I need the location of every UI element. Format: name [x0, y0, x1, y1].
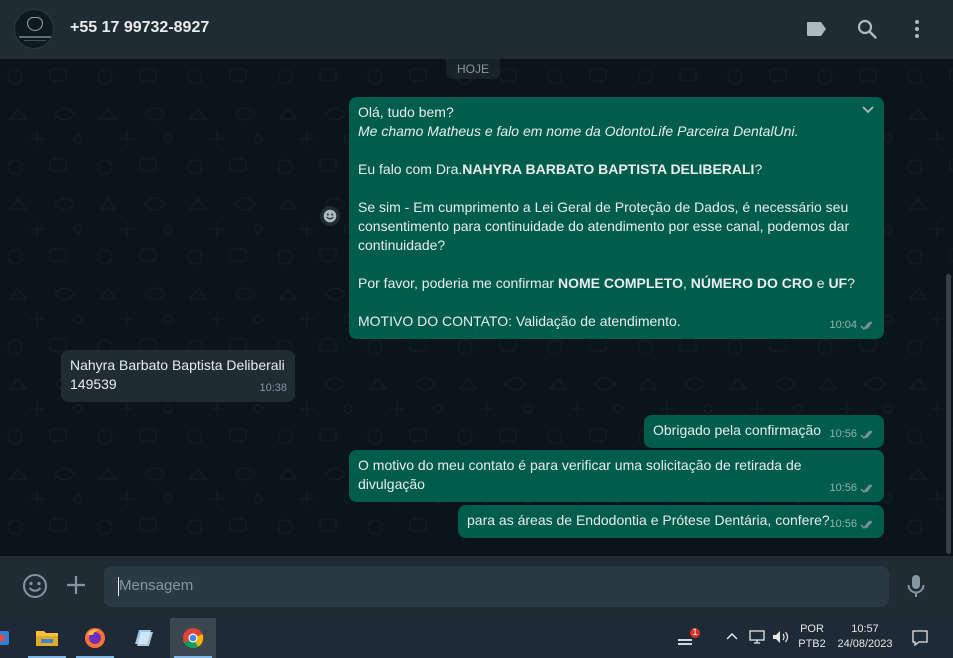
- message-line: Olá, tudo bem?: [358, 103, 875, 122]
- message-text: [358, 294, 362, 310]
- message-input-placeholder: Mensagem: [119, 577, 194, 594]
- message-line: MOTIVO DO CONTATO: Validação de atendime…: [358, 312, 875, 331]
- chrome-icon[interactable]: [170, 618, 216, 658]
- double-check-icon: [860, 484, 873, 494]
- message-text: UF: [828, 275, 848, 291]
- message-text: [358, 142, 362, 158]
- incoming-message[interactable]: Nahyra Barbato Baptista Deliberali 149539…: [61, 350, 295, 402]
- contact-avatar[interactable]: [14, 9, 54, 49]
- composer-bar: Mensagem: [0, 556, 953, 618]
- message-line: [358, 141, 875, 160]
- contact-name[interactable]: +55 17 99732-8927: [70, 19, 209, 37]
- message-text: [358, 256, 362, 272]
- message-line: [358, 255, 875, 274]
- message-meta: 10:56: [829, 425, 876, 444]
- message-time: 10:56: [829, 482, 857, 494]
- message-text: O motivo do meu contato é para verificar…: [358, 457, 802, 473]
- message-time: 10:56: [829, 518, 857, 530]
- message-meta: 10:38: [259, 379, 287, 398]
- notepad-icon[interactable]: [120, 618, 166, 658]
- message-text: Olá, tudo bem?: [358, 104, 454, 120]
- message-text: ,: [682, 275, 691, 291]
- message-text: 149539: [70, 376, 117, 392]
- tooth-logo-icon: [27, 17, 43, 31]
- network-icon[interactable]: [748, 630, 766, 649]
- clock[interactable]: 10:57 24/08/2023: [832, 622, 898, 652]
- message-line: consentimento para continuidade do atend…: [358, 217, 875, 236]
- message-line: Se sim - Em cumprimento a Lei Geral de P…: [358, 198, 875, 217]
- emoji-icon[interactable]: [22, 573, 48, 604]
- message-text: para as áreas de Endodontia e Prótese De…: [467, 512, 830, 528]
- language-indicator[interactable]: POR PTB2: [797, 622, 827, 652]
- message-text: Se sim - Em cumprimento a Lei Geral de P…: [358, 199, 849, 215]
- message-text: NÚMERO DO CRO: [690, 275, 813, 291]
- message-time: 10:04: [829, 319, 857, 331]
- notification-badge: 1: [692, 627, 698, 637]
- message-text: ?: [847, 275, 855, 291]
- plus-icon[interactable]: [64, 573, 88, 602]
- notification-tray-icon[interactable]: 1: [676, 627, 702, 653]
- label-icon[interactable]: [804, 16, 830, 42]
- message-meta: 10:56: [829, 515, 876, 534]
- message-line: continuidade?: [358, 236, 875, 255]
- message-text: consentimento para continuidade do atend…: [358, 218, 850, 234]
- message-line: divulgação: [358, 475, 875, 494]
- double-check-icon: [860, 321, 873, 331]
- outgoing-message[interactable]: Obrigado pela confirmação 10:56: [644, 415, 884, 448]
- message-text: Por favor, poderia me confirmar: [358, 275, 558, 291]
- double-check-icon: [860, 430, 873, 440]
- message-input[interactable]: Mensagem: [104, 566, 889, 607]
- file-explorer-icon[interactable]: [24, 618, 70, 658]
- message-text: continuidade?: [358, 237, 446, 253]
- message-text: e: [812, 275, 829, 291]
- message-meta: 10:04: [829, 316, 876, 335]
- message-line: O motivo do meu contato é para verificar…: [358, 456, 875, 475]
- app-icon[interactable]: [0, 618, 24, 658]
- outgoing-message[interactable]: O motivo do meu contato é para verificar…: [349, 450, 884, 502]
- message-line: Me chamo Matheus e falo em nome da Odont…: [358, 122, 875, 141]
- message-line: Por favor, poderia me confirmar NOME COM…: [358, 274, 875, 293]
- search-icon[interactable]: [854, 16, 880, 42]
- microphone-icon[interactable]: [906, 573, 926, 604]
- message-time: 10:56: [829, 428, 857, 440]
- double-check-icon: [860, 520, 873, 530]
- message-line: 149539: [70, 375, 286, 394]
- chevron-down-icon[interactable]: [861, 103, 875, 117]
- message-text: ?: [754, 161, 763, 177]
- message-line: [358, 293, 875, 312]
- chevron-up-icon[interactable]: [725, 629, 739, 648]
- message-text: Obrigado pela confirmação: [653, 422, 822, 438]
- emoji-reaction-icon[interactable]: [320, 206, 340, 226]
- action-center-icon[interactable]: [911, 629, 929, 652]
- volume-icon[interactable]: [772, 630, 790, 649]
- outgoing-message[interactable]: para as áreas de Endodontia e Prótese De…: [458, 505, 884, 538]
- message-line: para as áreas de Endodontia e Prótese De…: [467, 511, 875, 530]
- message-text: Me chamo Matheus e falo em nome da Odont…: [358, 123, 799, 139]
- message-text: divulgação: [358, 476, 425, 492]
- message-line: Nahyra Barbato Baptista Deliberali: [70, 356, 286, 375]
- firefox-icon[interactable]: [72, 618, 118, 658]
- message-text: MOTIVO DO CONTATO: Validação de atendime…: [358, 313, 681, 329]
- menu-icon[interactable]: [904, 16, 930, 42]
- message-text: NAHYRA BARBATO BAPTISTA DELIBERALI: [462, 161, 755, 177]
- outgoing-message[interactable]: Olá, tudo bem? Me chamo Matheus e falo em…: [349, 97, 884, 339]
- message-text: [358, 180, 362, 196]
- conversation-panel[interactable]: HOJE Olá, tudo bem? Me chamo Matheus e fa…: [0, 59, 953, 556]
- chat-header: +55 17 99732-8927: [0, 0, 953, 59]
- message-text: Eu falo com Dra.: [358, 161, 463, 177]
- message-line: [358, 179, 875, 198]
- chat-scrollbar[interactable]: [946, 274, 951, 554]
- message-time: 10:38: [259, 382, 287, 394]
- message-text: NOME COMPLETO: [557, 275, 683, 291]
- message-line: Eu falo com Dra.NAHYRA BARBATO BAPTISTA …: [358, 160, 875, 179]
- windows-taskbar: 1 POR PTB2 10:57 24/08/2023: [0, 618, 953, 658]
- date-divider: HOJE: [446, 59, 500, 79]
- message-text: Nahyra Barbato Baptista Deliberali: [70, 357, 285, 373]
- message-meta: 10:56: [829, 479, 876, 498]
